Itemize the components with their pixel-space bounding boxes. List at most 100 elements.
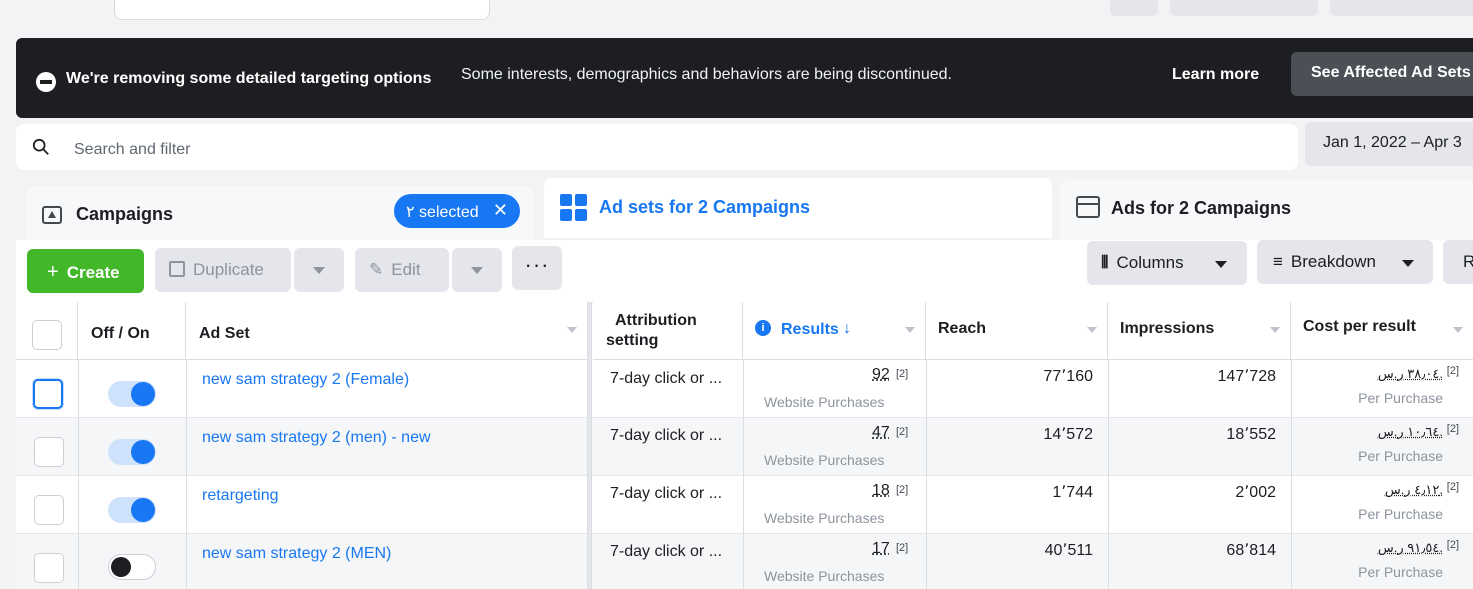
top-button-2[interactable] (1170, 0, 1318, 16)
targeting-notice-banner: We're removing some detailed targeting o… (16, 38, 1473, 118)
edit-dropdown-button[interactable] (452, 248, 502, 292)
results-note: [2] (896, 426, 909, 438)
header-attribution-line1: Attribution (615, 312, 697, 329)
row-toggle[interactable] (108, 554, 156, 580)
reports-button[interactable]: R (1443, 240, 1473, 284)
chevron-down-icon (905, 327, 915, 333)
ad-set-name-link[interactable]: retargeting (202, 487, 279, 505)
columns-icon: ⦀ (1101, 253, 1109, 272)
columns-button[interactable]: ⦀ Columns (1087, 241, 1247, 285)
banner-title: We're removing some detailed targeting o… (66, 70, 432, 87)
cost-value[interactable]: ١٠٫٦٤ ر.س. (1378, 424, 1443, 440)
date-range-picker[interactable]: Jan 1, 2022 – Apr 3 (1305, 122, 1473, 166)
grid-icon (560, 194, 588, 222)
plus-icon: + (47, 261, 59, 283)
column-divider (78, 360, 79, 589)
column-divider (743, 360, 744, 589)
ad-set-name-link[interactable]: new sam strategy 2 (Female) (202, 371, 409, 389)
search-input[interactable]: Search and filter (74, 141, 191, 159)
reach-value: 77٬160 (1043, 368, 1093, 385)
ad-set-name-link[interactable]: new sam strategy 2 (MEN) (202, 545, 391, 563)
search-and-filter-bar[interactable]: Search and filter (16, 124, 1298, 170)
header-select-all (16, 302, 78, 360)
attribution-value: 7-day click or ... (610, 485, 723, 502)
breakdown-button[interactable]: ≡ Breakdown (1257, 240, 1433, 284)
tab-ads[interactable]: Ads for 2 Campaigns (1060, 180, 1473, 240)
header-results[interactable]: i Results ↓ (743, 302, 926, 360)
banner-description: Some interests, demographics and behavio… (461, 66, 952, 83)
attribution-value: 7-day click or ... (610, 543, 723, 560)
impressions-value: 147٬728 (1217, 368, 1276, 385)
more-options-button[interactable]: ··· (512, 246, 562, 290)
pencil-icon: ✎ (369, 260, 384, 279)
row-checkbox[interactable] (34, 495, 64, 525)
header-cost-per-result[interactable]: Cost per result (1291, 302, 1473, 360)
chevron-down-icon (1453, 327, 1463, 333)
chevron-down-icon (1270, 327, 1280, 333)
attribution-value: 7-day click or ... (610, 370, 723, 387)
top-strip (0, 0, 1473, 40)
edit-button[interactable]: ✎ Edit (355, 248, 449, 292)
chevron-down-icon (313, 267, 325, 274)
header-attribution[interactable]: Attribution setting (593, 302, 743, 360)
row-checkbox[interactable] (33, 379, 63, 409)
header-reach[interactable]: Reach (926, 302, 1108, 360)
cost-note: [2] (1446, 423, 1459, 435)
sort-descending-icon: ↓ (843, 320, 851, 337)
column-divider (1108, 360, 1109, 589)
header-reach-label: Reach (938, 320, 987, 337)
clear-selection-icon[interactable]: ✕ (493, 200, 508, 221)
duplicate-button[interactable]: Duplicate (155, 248, 291, 292)
top-button-3[interactable] (1330, 0, 1473, 16)
chevron-down-icon (1087, 327, 1097, 333)
column-divider (186, 360, 187, 589)
row-checkbox[interactable] (34, 437, 64, 467)
table-row[interactable]: new sam strategy 2 (MEN) 7-day click or … (16, 534, 1473, 589)
chevron-down-icon (1215, 261, 1227, 268)
tab-campaigns[interactable]: Campaigns ٢ selected ✕ (26, 186, 534, 246)
chevron-down-icon (567, 327, 577, 333)
table-row[interactable]: retargeting 7-day click or ... 18 [2] We… (16, 476, 1473, 534)
header-impressions[interactable]: Impressions (1108, 302, 1291, 360)
results-value[interactable]: 17 (872, 540, 890, 558)
duplicate-dropdown-button[interactable] (294, 248, 344, 292)
results-note: [2] (896, 484, 909, 496)
toggle-knob (111, 557, 131, 577)
table-row[interactable]: new sam strategy 2 (Female) 7-day click … (16, 360, 1473, 418)
duplicate-icon (169, 261, 185, 277)
ad-set-name-link[interactable]: new sam strategy 2 (men) - new (202, 429, 431, 447)
results-value[interactable]: 47 (872, 424, 890, 442)
ad-window-icon (1076, 196, 1100, 218)
see-affected-ad-sets-button[interactable]: See Affected Ad Sets (1291, 52, 1473, 96)
select-all-checkbox[interactable] (32, 320, 62, 350)
selected-badge[interactable]: ٢ selected ✕ (394, 194, 520, 228)
row-checkbox[interactable] (34, 553, 64, 583)
header-off-on: Off / On (78, 302, 186, 360)
results-value[interactable]: 92 (872, 366, 890, 384)
tab-campaigns-label: Campaigns (76, 204, 174, 224)
top-button-1[interactable] (1110, 0, 1158, 16)
header-ad-set[interactable]: Ad Set (186, 302, 588, 360)
row-toggle[interactable] (108, 439, 156, 465)
table-row[interactable]: new sam strategy 2 (men) - new 7-day cli… (16, 418, 1473, 476)
frozen-column-divider[interactable] (587, 302, 592, 589)
learn-more-link[interactable]: Learn more (1172, 66, 1259, 84)
row-toggle[interactable] (108, 497, 156, 523)
cost-type: Per Purchase (1358, 448, 1443, 464)
cost-value[interactable]: ٤٫١٢ ر.س. (1385, 482, 1443, 498)
header-off-on-label: Off / On (91, 325, 150, 342)
top-search-box[interactable] (114, 0, 490, 20)
cost-value[interactable]: ٩١٫٥٤ ر.س. (1378, 540, 1443, 556)
results-type: Website Purchases (764, 510, 885, 526)
tab-ad-sets[interactable]: Ad sets for 2 Campaigns (544, 178, 1052, 238)
results-note: [2] (896, 542, 909, 554)
results-value[interactable]: 18 (872, 482, 890, 500)
impressions-value: 68٬814 (1226, 542, 1276, 559)
impressions-value: 2٬002 (1235, 484, 1276, 501)
toggle-knob (131, 382, 155, 406)
create-button[interactable]: + Create (27, 249, 144, 293)
row-toggle[interactable] (108, 381, 156, 407)
column-divider (926, 360, 927, 589)
cost-value[interactable]: ٣٨٫٠٤ ر.س. (1378, 366, 1443, 382)
create-button-label: Create (66, 263, 120, 282)
